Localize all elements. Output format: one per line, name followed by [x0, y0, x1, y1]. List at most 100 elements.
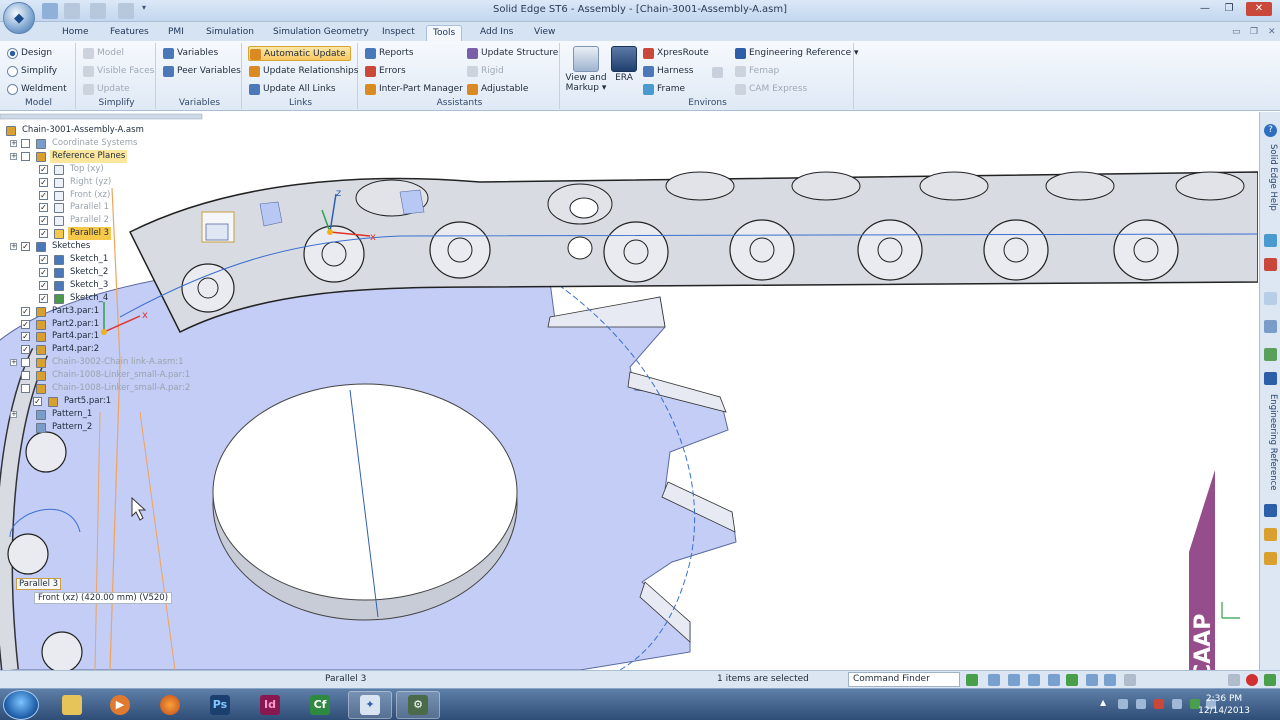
spin-about-icon[interactable] — [1086, 674, 1098, 686]
simplify-radio[interactable]: Simplify — [6, 64, 57, 79]
panel-icon-5[interactable] — [1264, 504, 1277, 517]
visibility-checkbox[interactable]: ✓ — [21, 242, 30, 252]
tray-expand-icon[interactable]: ▲ — [1100, 698, 1110, 708]
taskbar-camfrog[interactable]: Cf — [298, 691, 342, 719]
femap-button[interactable]: Femap — [734, 64, 779, 79]
tray-icon-3[interactable] — [1154, 699, 1164, 709]
tab-solid-edge-help[interactable]: Solid Edge Help — [1263, 142, 1278, 212]
view-and-markup-button[interactable]: View and Markup ▾ — [564, 46, 608, 93]
frame-button[interactable]: Frame — [642, 82, 685, 97]
ribbon-close-icon[interactable]: ✕ — [1262, 25, 1280, 41]
visibility-checkbox[interactable]: ✓ — [21, 332, 30, 342]
visibility-checkbox[interactable]: ✓ — [21, 319, 30, 329]
tab-inspect[interactable]: Inspect — [376, 25, 421, 41]
variables-button[interactable]: Variables — [162, 46, 218, 61]
tray-icon-2[interactable] — [1136, 699, 1146, 709]
close-button[interactable]: ✕ — [1246, 2, 1272, 16]
taskbar-tools[interactable]: ⚙ — [396, 691, 440, 719]
visibility-checkbox[interactable]: ✓ — [39, 190, 48, 200]
update-relationships-button[interactable]: Update Relationships — [248, 64, 358, 79]
pathfinder-resize-handle[interactable] — [0, 113, 203, 120]
tab-features[interactable]: Features — [104, 25, 155, 41]
engineering-reference-icon[interactable] — [1264, 372, 1277, 385]
update-structure-button[interactable]: Update Structure — [466, 46, 558, 61]
play-icon[interactable] — [1264, 674, 1276, 686]
update-all-links-button[interactable]: Update All Links — [248, 82, 336, 97]
visibility-checkbox[interactable]: ✓ — [39, 164, 48, 174]
design-radio[interactable]: Design — [6, 46, 52, 61]
taskbar-firefox[interactable] — [148, 691, 192, 719]
panel-icon-2[interactable] — [1264, 292, 1277, 305]
visibility-checkbox[interactable]: ✓ — [39, 177, 48, 187]
panel-icon-4[interactable] — [1264, 348, 1277, 361]
errors-button[interactable]: Errors — [364, 64, 406, 79]
youtube-icon[interactable] — [1264, 258, 1277, 271]
rotate-icon[interactable] — [1066, 674, 1078, 686]
maximize-button[interactable]: ❐ — [1220, 2, 1238, 16]
named-views-icon[interactable] — [1124, 674, 1136, 686]
help-icon[interactable]: ? — [1264, 124, 1277, 137]
refresh-view-icon[interactable] — [966, 674, 978, 686]
simplify-update-button[interactable]: Update — [82, 82, 130, 97]
taskbar-indesign[interactable]: Id — [248, 691, 292, 719]
tray-icon-1[interactable] — [1118, 699, 1128, 709]
visibility-checkbox[interactable] — [21, 358, 30, 368]
visibility-checkbox[interactable]: ✓ — [39, 216, 48, 226]
visibility-checkbox[interactable]: ✓ — [39, 293, 48, 303]
tab-simulation[interactable]: Simulation — [200, 25, 260, 41]
tab-tools[interactable]: Tools — [426, 25, 463, 41]
peer-variables-button[interactable]: Peer Variables — [162, 64, 241, 79]
visibility-checkbox[interactable] — [21, 138, 30, 148]
visibility-checkbox[interactable]: ✓ — [33, 396, 42, 406]
panel-icon-6[interactable] — [1264, 528, 1277, 541]
panel-icon-7[interactable] — [1264, 552, 1277, 565]
visibility-checkbox[interactable]: ✓ — [39, 280, 48, 290]
visibility-checkbox[interactable]: ✓ — [21, 345, 30, 355]
visibility-checkbox[interactable]: ✓ — [21, 306, 30, 316]
tab-engineering-reference[interactable]: Engineering Reference — [1263, 390, 1278, 494]
taskbar-photoshop[interactable]: Ps — [198, 691, 242, 719]
record-icon[interactable] — [1246, 674, 1258, 686]
expand-toggle-icon[interactable]: + — [10, 243, 17, 251]
expand-toggle-icon[interactable]: + — [10, 152, 17, 160]
cam-express-button[interactable]: CAM Express — [734, 82, 807, 97]
reports-button[interactable]: Reports — [364, 46, 414, 61]
expand-toggle-icon[interactable]: + — [10, 139, 17, 147]
visibility-checkbox[interactable]: ✓ — [39, 203, 48, 213]
taskbar-solid-edge[interactable]: ✦ — [348, 691, 392, 719]
start-button[interactable] — [3, 690, 39, 720]
tab-home[interactable]: Home — [56, 25, 95, 41]
harness-button[interactable]: Harness — [642, 64, 693, 79]
tab-view[interactable]: View — [528, 25, 561, 41]
tab-simulation-geometry[interactable]: Simulation Geometry — [267, 25, 375, 41]
visibility-checkbox[interactable] — [21, 371, 30, 381]
expand-toggle-icon[interactable]: + — [10, 359, 17, 367]
application-button[interactable]: ◆ — [3, 2, 35, 34]
weldment-radio[interactable]: Weldment — [6, 82, 67, 97]
network-icon[interactable] — [1172, 699, 1182, 709]
visibility-checkbox[interactable]: ✓ — [39, 255, 48, 264]
taskbar-media-player[interactable]: ▶ — [98, 691, 142, 719]
inter-part-manager-button[interactable]: Inter-Part Manager — [364, 82, 463, 97]
taskbar-explorer[interactable] — [50, 691, 94, 719]
command-finder-input[interactable]: Command Finder — [848, 672, 960, 687]
engineering-reference-button[interactable]: Engineering Reference ▾ — [734, 46, 859, 61]
pan-icon[interactable] — [1048, 674, 1060, 686]
era-button[interactable]: ERA — [610, 46, 638, 83]
visibility-checkbox[interactable]: ✓ — [39, 229, 48, 239]
xpresroute-button[interactable]: XpresRoute — [642, 46, 709, 61]
harness-extra-icon[interactable] — [712, 67, 723, 78]
panel-icon-3[interactable] — [1264, 320, 1277, 333]
zoom-area-icon[interactable] — [988, 674, 1000, 686]
tab-add-ins[interactable]: Add Ins — [474, 25, 519, 41]
fit-icon[interactable] — [1028, 674, 1040, 686]
visibility-checkbox[interactable]: ✓ — [39, 267, 48, 277]
automatic-update-toggle[interactable]: Automatic Update — [248, 46, 351, 61]
minimize-button[interactable]: — — [1196, 2, 1214, 16]
visibility-checkbox[interactable] — [21, 384, 30, 393]
adjustable-button[interactable]: Adjustable — [466, 82, 528, 97]
visible-faces-button[interactable]: Visible Faces — [82, 64, 154, 79]
taskbar-clock[interactable]: 2:36 PM 12/14/2013 — [1198, 693, 1250, 717]
visibility-checkbox[interactable] — [21, 151, 30, 161]
view-orientation-icon[interactable] — [1104, 674, 1116, 686]
